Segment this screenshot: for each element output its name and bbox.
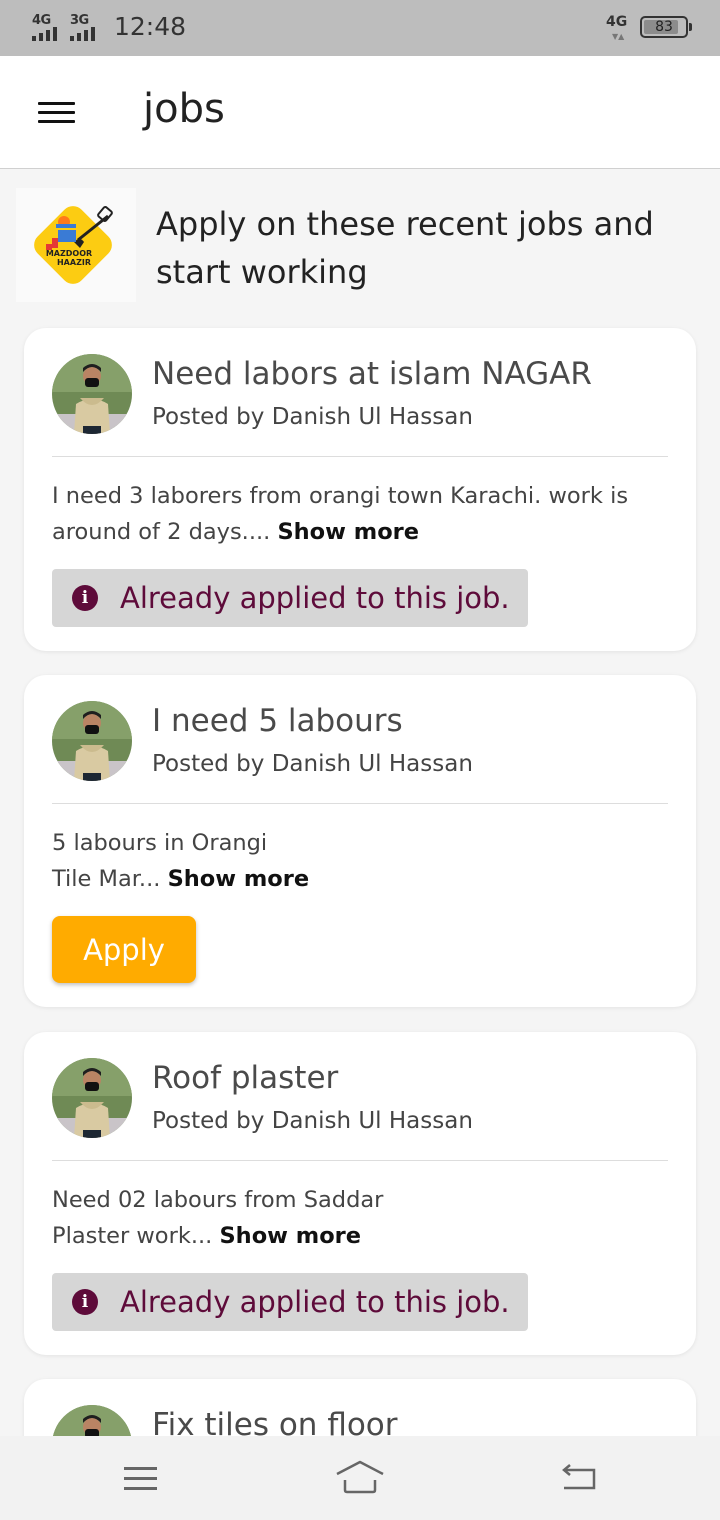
- apply-button[interactable]: Apply: [52, 916, 196, 983]
- job-title[interactable]: Fix tiles on floor: [152, 1407, 398, 1436]
- job-author: Posted by Danish Ul Hassan: [152, 404, 473, 430]
- info-icon: i: [72, 585, 98, 611]
- avatar: [52, 1405, 132, 1436]
- applied-status-text: Already applied to this job.: [120, 1285, 510, 1319]
- show-more-link[interactable]: Show more: [219, 1223, 361, 1249]
- job-card[interactable]: I need 5 labours Posted by Danish Ul Has…: [24, 675, 696, 1007]
- show-more-link[interactable]: Show more: [168, 866, 310, 892]
- job-author: Posted by Danish Ul Hassan: [152, 751, 473, 777]
- job-title[interactable]: I need 5 labours: [152, 703, 403, 739]
- home-icon[interactable]: [334, 1460, 386, 1494]
- menu-icon[interactable]: [124, 1466, 157, 1492]
- job-description-line: Plaster work...: [52, 1223, 213, 1249]
- signal-4g-icon: 4G: [32, 13, 62, 41]
- job-list[interactable]: MAZDOOR HAAZIR Apply on these recent job…: [0, 170, 720, 1436]
- divider: [52, 456, 668, 457]
- intro-header: MAZDOOR HAAZIR Apply on these recent job…: [0, 170, 720, 310]
- intro-text: Apply on these recent jobs and start wor…: [156, 205, 654, 291]
- status-right: 4G ▼▲ 83: [606, 14, 692, 41]
- page-title: jobs: [143, 86, 225, 132]
- job-description: 5 labours in Orangi Tile Mar... Show mor…: [52, 825, 672, 897]
- job-card[interactable]: Roof plaster Posted by Danish Ul Hassan …: [24, 1032, 696, 1355]
- status-left: 4G 3G 12:48: [32, 12, 186, 41]
- job-card[interactable]: Fix tiles on floor: [24, 1379, 696, 1436]
- job-card[interactable]: Need labors at islam NAGAR Posted by Dan…: [24, 328, 696, 651]
- already-applied-badge: i Already applied to this job.: [52, 569, 528, 627]
- system-nav-bar: [0, 1436, 720, 1520]
- job-description-line: 5 labours in Orangi: [52, 830, 268, 856]
- network-4g-icon: 4G ▼▲: [606, 14, 628, 41]
- job-title[interactable]: Need labors at islam NAGAR: [152, 356, 592, 392]
- svg-text:HAAZIR: HAAZIR: [57, 258, 91, 267]
- job-author: Posted by Danish Ul Hassan: [152, 1108, 473, 1134]
- battery-icon: 83: [640, 16, 692, 38]
- applied-status-text: Already applied to this job.: [120, 581, 510, 615]
- job-description-line: Tile Mar...: [52, 866, 161, 892]
- show-more-link[interactable]: Show more: [277, 519, 419, 545]
- mazdoor-haazir-logo: MAZDOOR HAAZIR: [16, 188, 136, 302]
- divider: [52, 1160, 668, 1161]
- svg-text:MAZDOOR: MAZDOOR: [46, 249, 92, 258]
- avatar: [52, 1058, 132, 1138]
- job-description: Need 02 labours from Saddar Plaster work…: [52, 1182, 672, 1254]
- avatar: [52, 701, 132, 781]
- avatar: [52, 354, 132, 434]
- divider: [52, 803, 668, 804]
- battery-level: 83: [655, 19, 673, 35]
- app-bar: jobs: [0, 56, 720, 169]
- job-description-line: Need 02 labours from Saddar: [52, 1187, 384, 1213]
- signal-3g-icon: 3G: [70, 13, 100, 41]
- status-time: 12:48: [114, 12, 187, 41]
- back-icon[interactable]: [558, 1462, 598, 1492]
- job-description: I need 3 laborers from orangi town Karac…: [52, 478, 672, 550]
- already-applied-badge: i Already applied to this job.: [52, 1273, 528, 1331]
- hamburger-icon[interactable]: [38, 100, 75, 126]
- job-title[interactable]: Roof plaster: [152, 1060, 338, 1096]
- info-icon: i: [72, 1289, 98, 1315]
- status-bar: 4G 3G 12:48 4G ▼▲ 83: [0, 0, 720, 56]
